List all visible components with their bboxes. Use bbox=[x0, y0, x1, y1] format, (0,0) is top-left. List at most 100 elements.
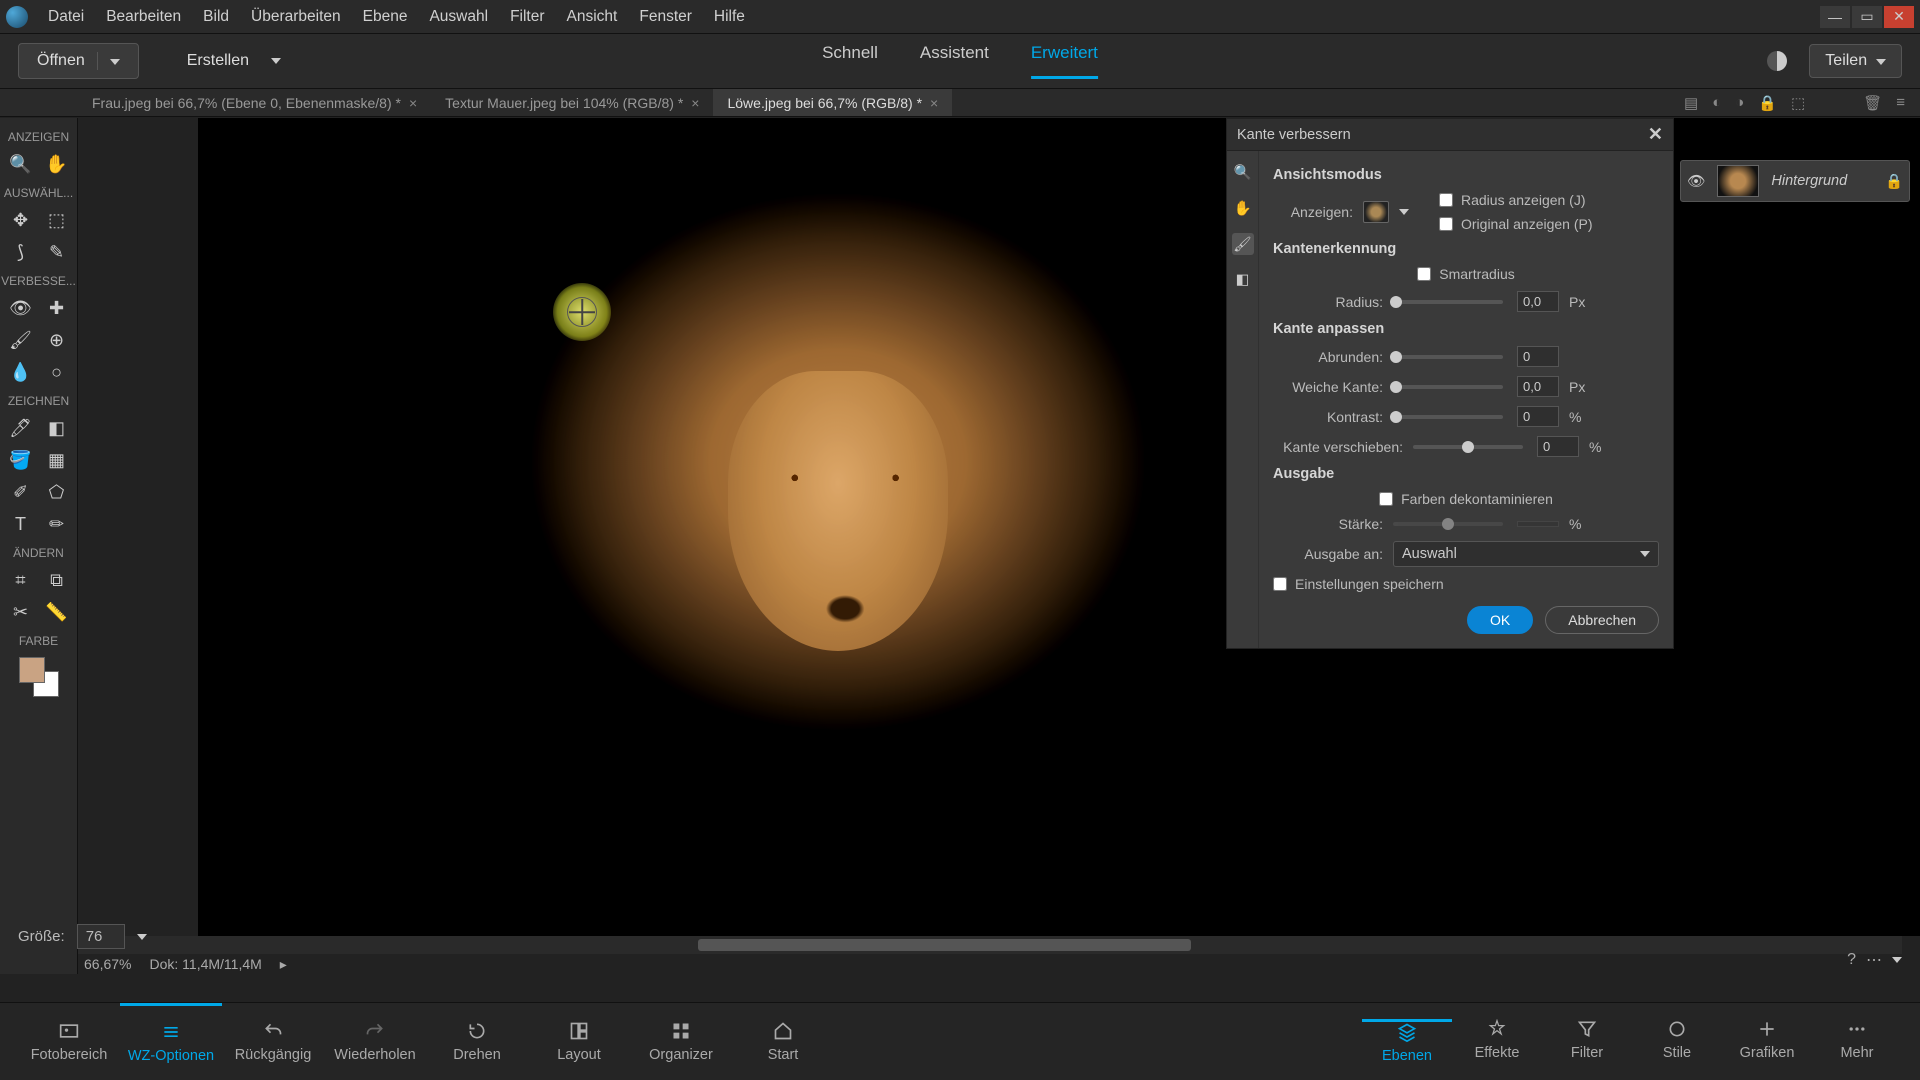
close-icon[interactable]: × bbox=[409, 95, 417, 111]
view-mode-thumb[interactable] bbox=[1363, 201, 1389, 223]
more-button[interactable]: Mehr bbox=[1812, 1019, 1902, 1061]
decontaminate-checkbox[interactable]: Farben dekontaminieren bbox=[1379, 491, 1553, 507]
gradient-tool[interactable]: ▦ bbox=[39, 444, 75, 476]
chevron-down-icon[interactable] bbox=[1399, 209, 1409, 215]
mode-guided[interactable]: Assistent bbox=[920, 43, 989, 79]
effects-button[interactable]: Effekte bbox=[1452, 1019, 1542, 1061]
checkbox[interactable] bbox=[1273, 577, 1287, 591]
checkbox[interactable] bbox=[1379, 492, 1393, 506]
checkbox[interactable] bbox=[1439, 217, 1453, 231]
shift-slider[interactable] bbox=[1413, 445, 1523, 449]
clone-tool[interactable]: ⊕ bbox=[39, 324, 75, 356]
output-select[interactable]: Auswahl bbox=[1393, 541, 1659, 567]
visibility-icon[interactable]: 👁 bbox=[1687, 173, 1705, 190]
foreground-color[interactable] bbox=[19, 657, 45, 683]
ok-button[interactable]: OK bbox=[1467, 606, 1533, 634]
fill-tool[interactable]: 🪣 bbox=[3, 444, 39, 476]
close-icon[interactable]: × bbox=[691, 95, 699, 111]
contrast-slider[interactable] bbox=[1393, 415, 1503, 419]
help-icon[interactable]: ? bbox=[1847, 951, 1856, 969]
doc-tab[interactable]: Frau.jpeg bei 66,7% (Ebene 0, Ebenenmask… bbox=[78, 89, 431, 116]
organizer-button[interactable]: Organizer bbox=[630, 1003, 732, 1080]
recompose-tool[interactable]: ⧉ bbox=[39, 564, 75, 596]
sponge-tool[interactable]: ○ bbox=[39, 356, 75, 388]
layer-row[interactable]: 👁 Hintergrund 🔒 bbox=[1680, 160, 1910, 202]
status-caret[interactable]: ▸ bbox=[280, 956, 287, 973]
graphics-button[interactable]: Grafiken bbox=[1722, 1019, 1812, 1061]
contrast-value[interactable]: 0 bbox=[1517, 406, 1559, 427]
close-icon[interactable]: ✕ bbox=[1648, 124, 1663, 145]
zoom-tool-icon[interactable]: 🔍 bbox=[1232, 161, 1254, 183]
crop-tool[interactable]: ⌗ bbox=[3, 564, 39, 596]
home-button[interactable]: Start bbox=[732, 1003, 834, 1080]
menu-edit[interactable]: Bearbeiten bbox=[106, 8, 181, 26]
trash-icon[interactable]: 🗑 bbox=[1863, 94, 1882, 112]
refine-brush-icon[interactable]: 🖌 bbox=[1232, 233, 1254, 255]
spot-heal-tool[interactable]: ✚ bbox=[39, 292, 75, 324]
content-move-tool[interactable]: ✂ bbox=[3, 596, 39, 628]
cancel-button[interactable]: Abbrechen bbox=[1545, 606, 1659, 634]
size-value[interactable]: 76 bbox=[77, 924, 126, 949]
filters-button[interactable]: Filter bbox=[1542, 1019, 1632, 1061]
horizontal-scrollbar[interactable] bbox=[78, 936, 1902, 954]
straighten-tool[interactable]: 📏 bbox=[39, 596, 75, 628]
photo-bin-button[interactable]: Fotobereich bbox=[18, 1003, 120, 1080]
checkbox[interactable] bbox=[1439, 193, 1453, 207]
hand-tool[interactable]: ✋ bbox=[39, 148, 75, 180]
zoom-level[interactable]: 66,67% bbox=[84, 956, 131, 972]
maximize-button[interactable]: ▭ bbox=[1852, 6, 1882, 28]
minimize-button[interactable]: — bbox=[1820, 6, 1850, 28]
move-tool[interactable]: ✥ bbox=[3, 204, 39, 236]
smart-brush-tool[interactable]: 🖌 bbox=[3, 324, 39, 356]
brush-tool[interactable]: 🖊 bbox=[3, 412, 39, 444]
hand-tool-icon[interactable]: ✋ bbox=[1232, 197, 1254, 219]
tool-options-button[interactable]: WZ-Optionen bbox=[120, 1003, 222, 1080]
smooth-slider[interactable] bbox=[1393, 355, 1503, 359]
layer-thumbnail[interactable] bbox=[1717, 165, 1759, 197]
new-layer-icon[interactable]: ▤ bbox=[1684, 94, 1698, 112]
menu-window[interactable]: Fenster bbox=[639, 8, 692, 26]
feather-value[interactable]: 0,0 bbox=[1517, 376, 1559, 397]
checkbox[interactable] bbox=[1417, 267, 1431, 281]
theme-toggle-icon[interactable] bbox=[1767, 51, 1787, 71]
blur-tool[interactable]: 💧 bbox=[3, 356, 39, 388]
lasso-tool[interactable]: ⟆ bbox=[3, 236, 39, 268]
menu-image[interactable]: Bild bbox=[203, 8, 229, 26]
close-window-button[interactable]: ✕ bbox=[1884, 6, 1914, 28]
chevron-down-icon[interactable] bbox=[137, 934, 147, 940]
dialog-titlebar[interactable]: Kante verbessern ✕ bbox=[1227, 119, 1673, 151]
shift-value[interactable]: 0 bbox=[1537, 436, 1579, 457]
layers-panel-button[interactable]: Ebenen bbox=[1362, 1019, 1452, 1064]
styles-button[interactable]: Stile bbox=[1632, 1019, 1722, 1061]
pencil-tool[interactable]: ✏ bbox=[39, 508, 75, 540]
adjustment-icon[interactable]: ◑ bbox=[1735, 94, 1744, 112]
mask-icon[interactable]: ◐ bbox=[1712, 94, 1721, 112]
panel-menu-icon[interactable]: ≡ bbox=[1896, 94, 1905, 112]
smart-radius-checkbox[interactable]: Smartradius bbox=[1417, 266, 1514, 282]
lock-icon[interactable]: 🔒 bbox=[1758, 94, 1777, 112]
create-button[interactable]: Erstellen bbox=[187, 52, 281, 70]
show-radius-checkbox[interactable]: Radius anzeigen (J) bbox=[1439, 192, 1593, 208]
layout-button[interactable]: Layout bbox=[528, 1003, 630, 1080]
radius-value[interactable]: 0,0 bbox=[1517, 291, 1559, 312]
remember-checkbox[interactable]: Einstellungen speichern bbox=[1273, 576, 1444, 592]
menu-select[interactable]: Auswahl bbox=[429, 8, 488, 26]
menu-help[interactable]: Hilfe bbox=[714, 8, 745, 26]
doc-tab[interactable]: Löwe.jpeg bei 66,7% (RGB/8) *× bbox=[713, 89, 952, 116]
quick-select-tool[interactable]: ✎ bbox=[39, 236, 75, 268]
doc-tab[interactable]: Textur Mauer.jpeg bei 104% (RGB/8) *× bbox=[431, 89, 713, 116]
menu-view[interactable]: Ansicht bbox=[567, 8, 618, 26]
color-swatch[interactable] bbox=[19, 657, 59, 697]
open-caret[interactable] bbox=[97, 52, 120, 70]
redeye-tool[interactable]: 👁 bbox=[3, 292, 39, 324]
more-icon[interactable]: ⋯ bbox=[1866, 950, 1882, 970]
menu-file[interactable]: Datei bbox=[48, 8, 84, 26]
text-tool[interactable]: T bbox=[3, 508, 39, 540]
shape-tool[interactable]: ⬠ bbox=[39, 476, 75, 508]
mode-expert[interactable]: Erweitert bbox=[1031, 43, 1098, 79]
share-button[interactable]: Teilen bbox=[1809, 44, 1902, 78]
close-icon[interactable]: × bbox=[930, 95, 938, 111]
show-original-checkbox[interactable]: Original anzeigen (P) bbox=[1439, 216, 1593, 232]
undo-button[interactable]: Rückgängig bbox=[222, 1003, 324, 1080]
menu-filter[interactable]: Filter bbox=[510, 8, 544, 26]
